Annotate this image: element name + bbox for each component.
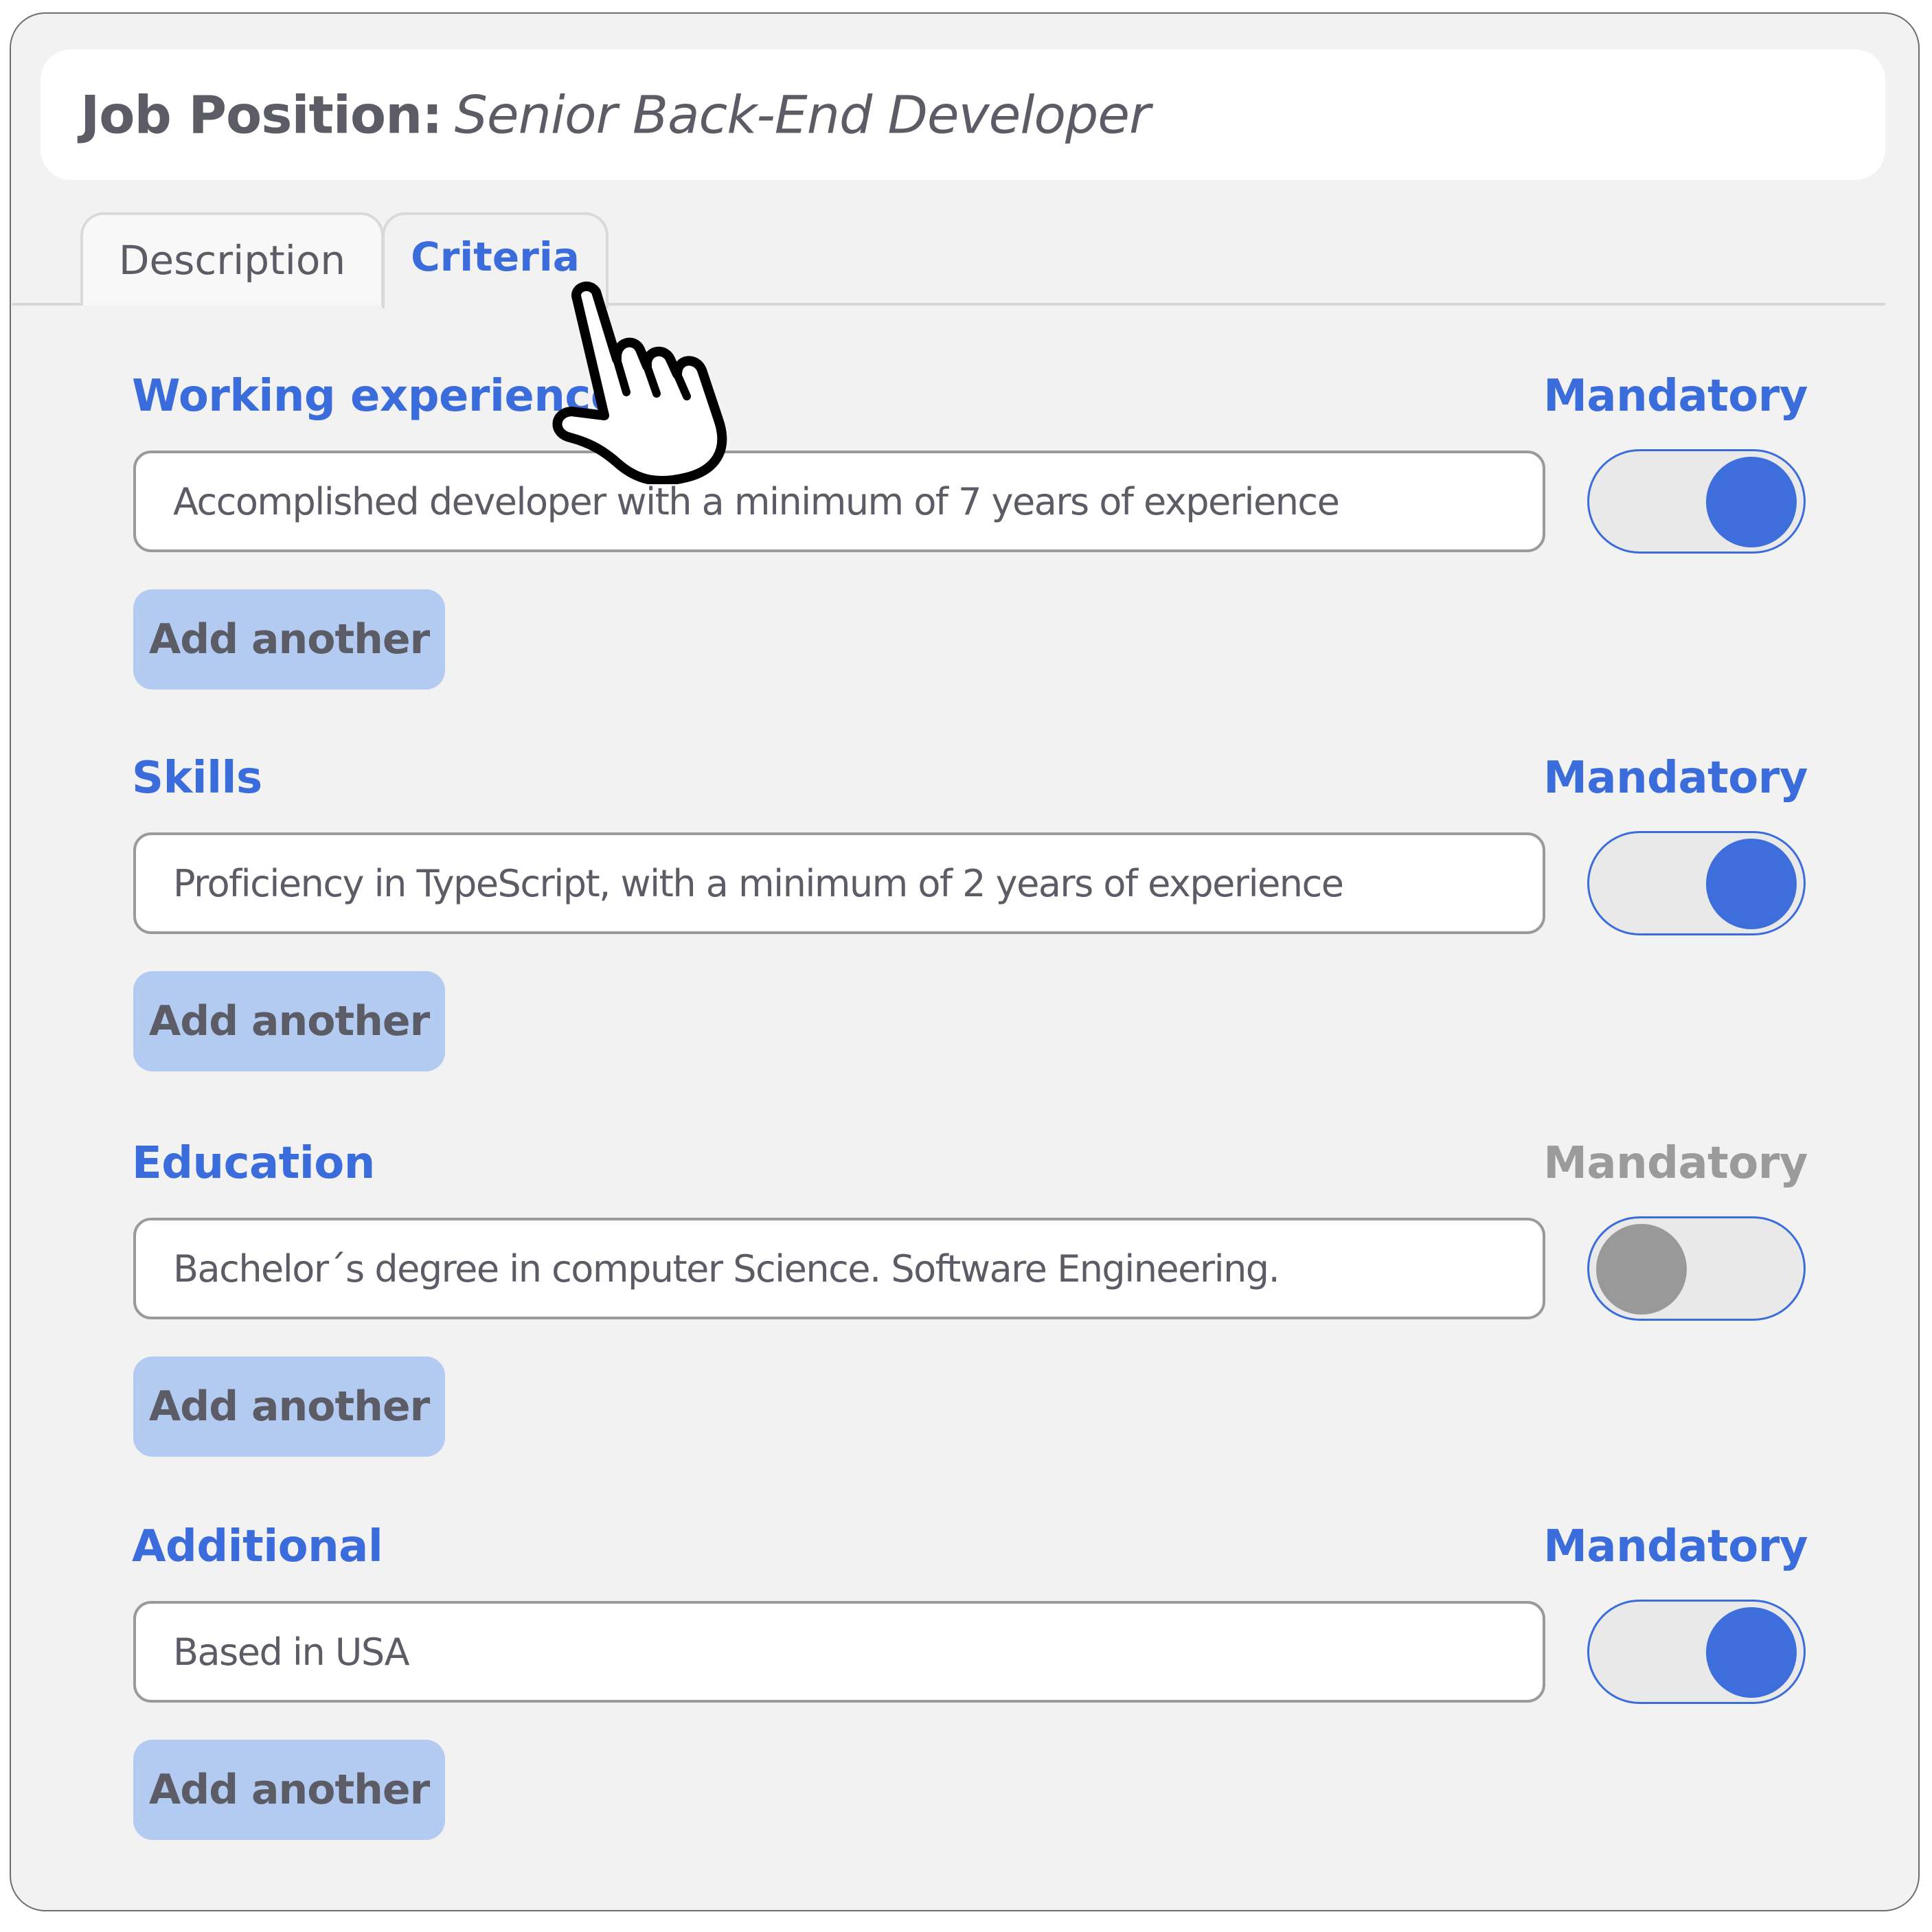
mandatory-toggle[interactable] [1587,831,1806,935]
tab-criteria[interactable]: Criteria [382,212,609,308]
tab-description[interactable]: Description [80,212,384,306]
toggle-knob [1596,1224,1687,1315]
page-title: Job Position: Senior Back-End Developer [80,84,1150,146]
add-another-button[interactable]: Add another [133,589,445,690]
section-label: Additional [132,1521,383,1572]
mandatory-label: Mandatory [1543,1138,1808,1189]
mandatory-label: Mandatory [1543,1521,1808,1572]
working-experience-input[interactable] [133,451,1545,552]
mandatory-label: Mandatory [1543,753,1808,804]
criteria-section-education: Education Mandatory Add another [132,1138,1808,1495]
job-position-label: Job Position: [80,84,443,146]
criteria-section-skills: Skills Mandatory Add another [132,753,1808,1110]
criteria-section-additional: Additional Mandatory Add another [132,1521,1808,1878]
toggle-knob [1706,1607,1797,1698]
mandatory-toggle[interactable] [1587,449,1806,554]
section-label: Working experience [132,371,620,422]
mandatory-toggle[interactable] [1587,1216,1806,1321]
add-another-button[interactable]: Add another [133,1356,445,1457]
add-another-button[interactable]: Add another [133,1740,445,1840]
mandatory-toggle[interactable] [1587,1600,1806,1704]
add-another-button[interactable]: Add another [133,971,445,1071]
criteria-section-working-experience: Working experience Mandatory Add another [132,371,1808,728]
mandatory-label: Mandatory [1543,371,1808,422]
section-label: Education [132,1138,375,1189]
toggle-knob [1706,457,1797,547]
additional-input[interactable] [133,1601,1545,1703]
toggle-knob [1706,839,1797,929]
job-header: Job Position: Senior Back-End Developer [41,49,1885,180]
section-label: Skills [132,753,262,804]
education-input[interactable] [133,1218,1545,1319]
job-position-value: Senior Back-End Developer [454,84,1151,146]
skills-input[interactable] [133,832,1545,934]
